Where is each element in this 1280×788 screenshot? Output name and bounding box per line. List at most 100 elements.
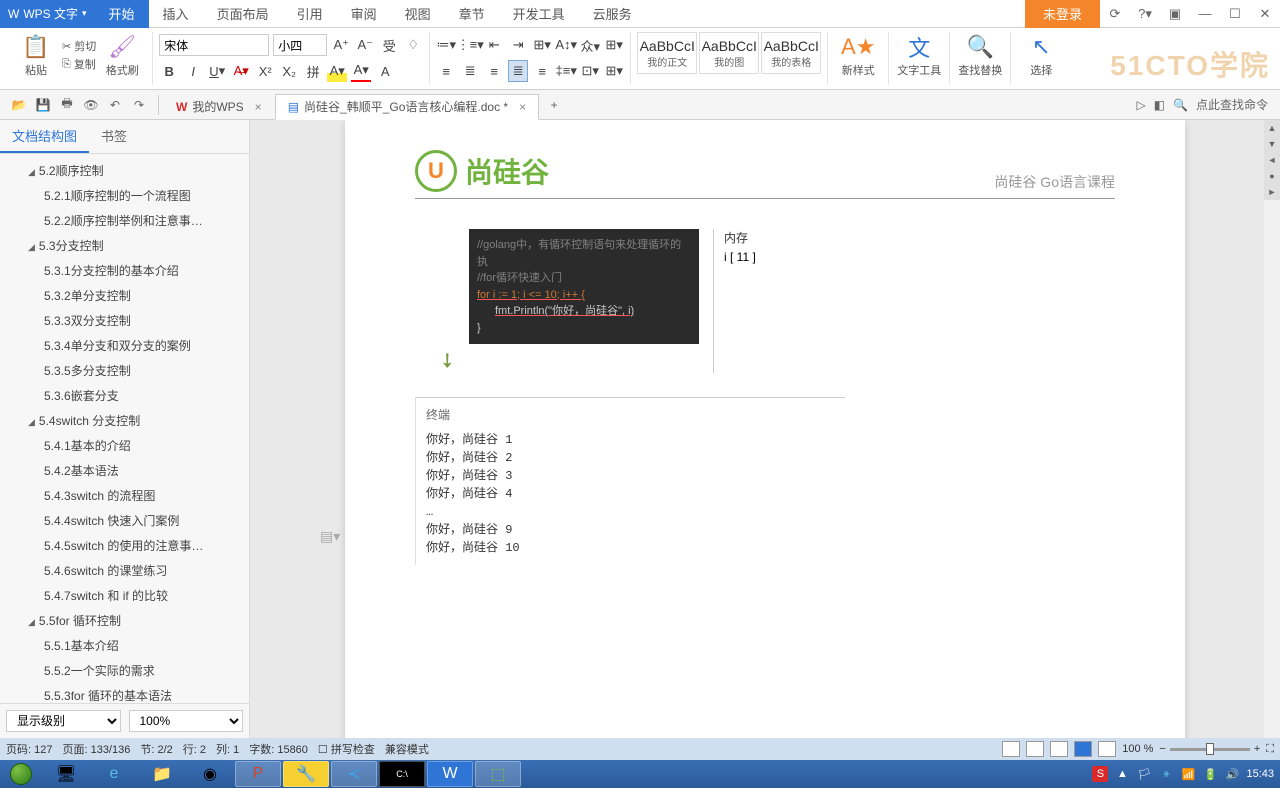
zoom-value[interactable]: 100 % bbox=[1122, 743, 1153, 755]
text-tools-button[interactable]: 文文字工具 bbox=[895, 32, 943, 78]
tab-refs[interactable]: 引用 bbox=[283, 0, 337, 28]
clock[interactable]: 15:43 bbox=[1246, 768, 1274, 780]
copy-button[interactable]: ⎘复制 bbox=[60, 56, 98, 72]
doctab-document[interactable]: ▤ 尚硅谷_韩顺平_Go语言核心编程.doc * × bbox=[275, 94, 539, 120]
sync-icon[interactable]: ⟳ bbox=[1100, 0, 1130, 28]
cut-button[interactable]: ✂剪切 bbox=[60, 38, 98, 54]
minimize-icon[interactable]: — bbox=[1190, 0, 1220, 28]
dropdown-icon[interactable]: ▾ bbox=[82, 8, 87, 19]
distribute-icon[interactable]: ≡ bbox=[532, 60, 552, 82]
help-icon[interactable]: ?▾ bbox=[1130, 0, 1160, 28]
format-painter-button[interactable]: 🖌 格式刷 bbox=[98, 32, 146, 78]
pin-icon[interactable]: ◧ bbox=[1154, 98, 1165, 112]
spacing-icon[interactable]: ‡≡▾ bbox=[556, 60, 576, 82]
new-tab-icon[interactable]: + bbox=[545, 96, 563, 114]
tab-cloud[interactable]: 云服务 bbox=[579, 0, 646, 28]
ime-icon[interactable]: S bbox=[1092, 766, 1108, 782]
document-canvas[interactable]: U 尚硅谷 尚硅谷 Go语言课程 //golang中，有循环控制语句来处理循环的… bbox=[250, 120, 1280, 738]
page-options-icon[interactable]: ▤▾ bbox=[320, 528, 340, 545]
print-icon[interactable]: 🖶 bbox=[58, 96, 76, 114]
browse-icon[interactable]: ● bbox=[1264, 168, 1280, 184]
outline-item[interactable]: 5.4.4switch 快速入门案例 bbox=[0, 508, 249, 533]
volume-icon[interactable]: 🔊 bbox=[1224, 766, 1240, 782]
zoom-slider[interactable]: − + bbox=[1159, 743, 1260, 755]
level-select[interactable]: 显示级别 bbox=[6, 710, 121, 732]
task-explorer[interactable]: 📁 bbox=[139, 761, 185, 787]
font-name-select[interactable] bbox=[159, 34, 269, 56]
status-words[interactable]: 字数: 15860 bbox=[249, 741, 308, 757]
close-icon[interactable]: ✕ bbox=[1250, 0, 1280, 28]
clear-format-icon[interactable]: ♢ bbox=[403, 34, 423, 56]
doctab-mywps[interactable]: W 我的WPS × bbox=[163, 94, 275, 120]
superscript-button[interactable]: X² bbox=[255, 60, 275, 82]
task-securecrt[interactable]: 🔧 bbox=[283, 761, 329, 787]
sidebar-tab-bookmarks[interactable]: 书签 bbox=[89, 120, 139, 153]
bold-button[interactable]: B bbox=[159, 60, 179, 82]
close-tab-icon[interactable]: × bbox=[255, 100, 262, 114]
outline-item[interactable]: 5.5.2一个实际的需求 bbox=[0, 658, 249, 683]
indent-inc-icon[interactable]: ⇥ bbox=[508, 34, 528, 56]
underline-button[interactable]: U▾ bbox=[207, 60, 227, 82]
save-icon[interactable]: 💾 bbox=[34, 96, 52, 114]
style-normal[interactable]: AaBbCcI我的正文 bbox=[637, 32, 697, 74]
status-page[interactable]: 页码: 127 bbox=[6, 741, 52, 757]
align-center-icon[interactable]: ≣ bbox=[460, 60, 480, 82]
tab-review[interactable]: 审阅 bbox=[337, 0, 391, 28]
outline-item[interactable]: 5.3.5多分支控制 bbox=[0, 358, 249, 383]
strike-button[interactable]: A̶▾ bbox=[231, 60, 251, 82]
outline-item[interactable]: 5.2.2顺序控制举例和注意事… bbox=[0, 208, 249, 233]
zoom-in-icon[interactable]: + bbox=[1254, 743, 1260, 755]
task-cmd[interactable]: C:\ bbox=[379, 761, 425, 787]
outline-item[interactable]: 5.4switch 分支控制 bbox=[0, 408, 249, 433]
slider-thumb[interactable] bbox=[1206, 743, 1214, 755]
open-icon[interactable]: 📂 bbox=[10, 96, 28, 114]
scroll-up-icon[interactable]: ▲ bbox=[1264, 120, 1280, 136]
nav-icon[interactable]: ▷ bbox=[1136, 98, 1145, 112]
undo-icon[interactable]: ↶ bbox=[106, 96, 124, 114]
shrink-font-icon[interactable]: A⁻ bbox=[355, 34, 375, 56]
numbering-icon[interactable]: ⋮≡▾ bbox=[460, 34, 480, 56]
highlight-button[interactable]: A▾ bbox=[327, 60, 347, 82]
task-powerpoint[interactable]: P bbox=[235, 761, 281, 787]
network-icon[interactable]: 📶 bbox=[1180, 766, 1196, 782]
grow-font-icon[interactable]: A⁺ bbox=[331, 34, 351, 56]
command-search[interactable]: 点此查找命令 bbox=[1196, 96, 1268, 113]
outline-item[interactable]: 5.2.1顺序控制的一个流程图 bbox=[0, 183, 249, 208]
status-spellcheck[interactable]: ☐ 拼写检查 bbox=[318, 741, 375, 757]
style-pic[interactable]: AaBbCcI我的图 bbox=[699, 32, 759, 74]
outline-item[interactable]: 5.5.1基本介绍 bbox=[0, 633, 249, 658]
fit-icon[interactable]: ⛶ bbox=[1266, 743, 1274, 756]
bullets-icon[interactable]: ≔▾ bbox=[436, 34, 456, 56]
search-icon[interactable]: 🔍 bbox=[1173, 98, 1188, 112]
outline-item[interactable]: 5.2顺序控制 bbox=[0, 158, 249, 183]
status-pages[interactable]: 页面: 133/136 bbox=[62, 741, 130, 757]
outline-item[interactable]: 5.4.5switch 的使用的注意事… bbox=[0, 533, 249, 558]
italic-button[interactable]: I bbox=[183, 60, 203, 82]
tab-layout[interactable]: 页面布局 bbox=[203, 0, 283, 28]
subscript-button[interactable]: X₂ bbox=[279, 60, 299, 82]
start-button[interactable] bbox=[0, 760, 42, 788]
outline-item[interactable]: 5.4.3switch 的流程图 bbox=[0, 483, 249, 508]
vertical-scrollbar[interactable]: ▲ ▼ ◄ ● ► bbox=[1264, 120, 1280, 738]
task-chrome[interactable]: ◉ bbox=[187, 761, 233, 787]
bluetooth-icon[interactable]: ⚹ bbox=[1158, 766, 1174, 782]
align-justify-icon[interactable]: ≣ bbox=[508, 60, 528, 82]
maximize-icon[interactable]: ☐ bbox=[1220, 0, 1250, 28]
outline-item[interactable]: 5.3.6嵌套分支 bbox=[0, 383, 249, 408]
outline-list[interactable]: 5.2顺序控制5.2.1顺序控制的一个流程图5.2.2顺序控制举例和注意事… 5.… bbox=[0, 154, 249, 703]
align-left-icon[interactable]: ≡ bbox=[436, 60, 456, 82]
find-replace-button[interactable]: 🔍查找替换 bbox=[956, 32, 1004, 78]
text-effect-icon[interactable]: A bbox=[375, 60, 395, 82]
pinyin-icon[interactable]: 拼 bbox=[303, 60, 323, 82]
outline-item[interactable]: 5.3.3双分支控制 bbox=[0, 308, 249, 333]
close-tab-icon[interactable]: × bbox=[519, 100, 526, 114]
outline-item[interactable]: 5.3.2单分支控制 bbox=[0, 283, 249, 308]
font-color-button[interactable]: A▾ bbox=[351, 60, 371, 82]
shading2-icon[interactable]: ⊡▾ bbox=[580, 60, 600, 82]
outline-item[interactable]: 5.5for 循环控制 bbox=[0, 608, 249, 633]
next-page-icon[interactable]: ► bbox=[1264, 184, 1280, 200]
outline-item[interactable]: 5.5.3for 循环的基本语法 bbox=[0, 683, 249, 703]
task-wps[interactable]: W bbox=[427, 761, 473, 787]
task-desktop[interactable]: 🖥 bbox=[43, 761, 89, 787]
outline-item[interactable]: 5.4.6switch 的课堂练习 bbox=[0, 558, 249, 583]
